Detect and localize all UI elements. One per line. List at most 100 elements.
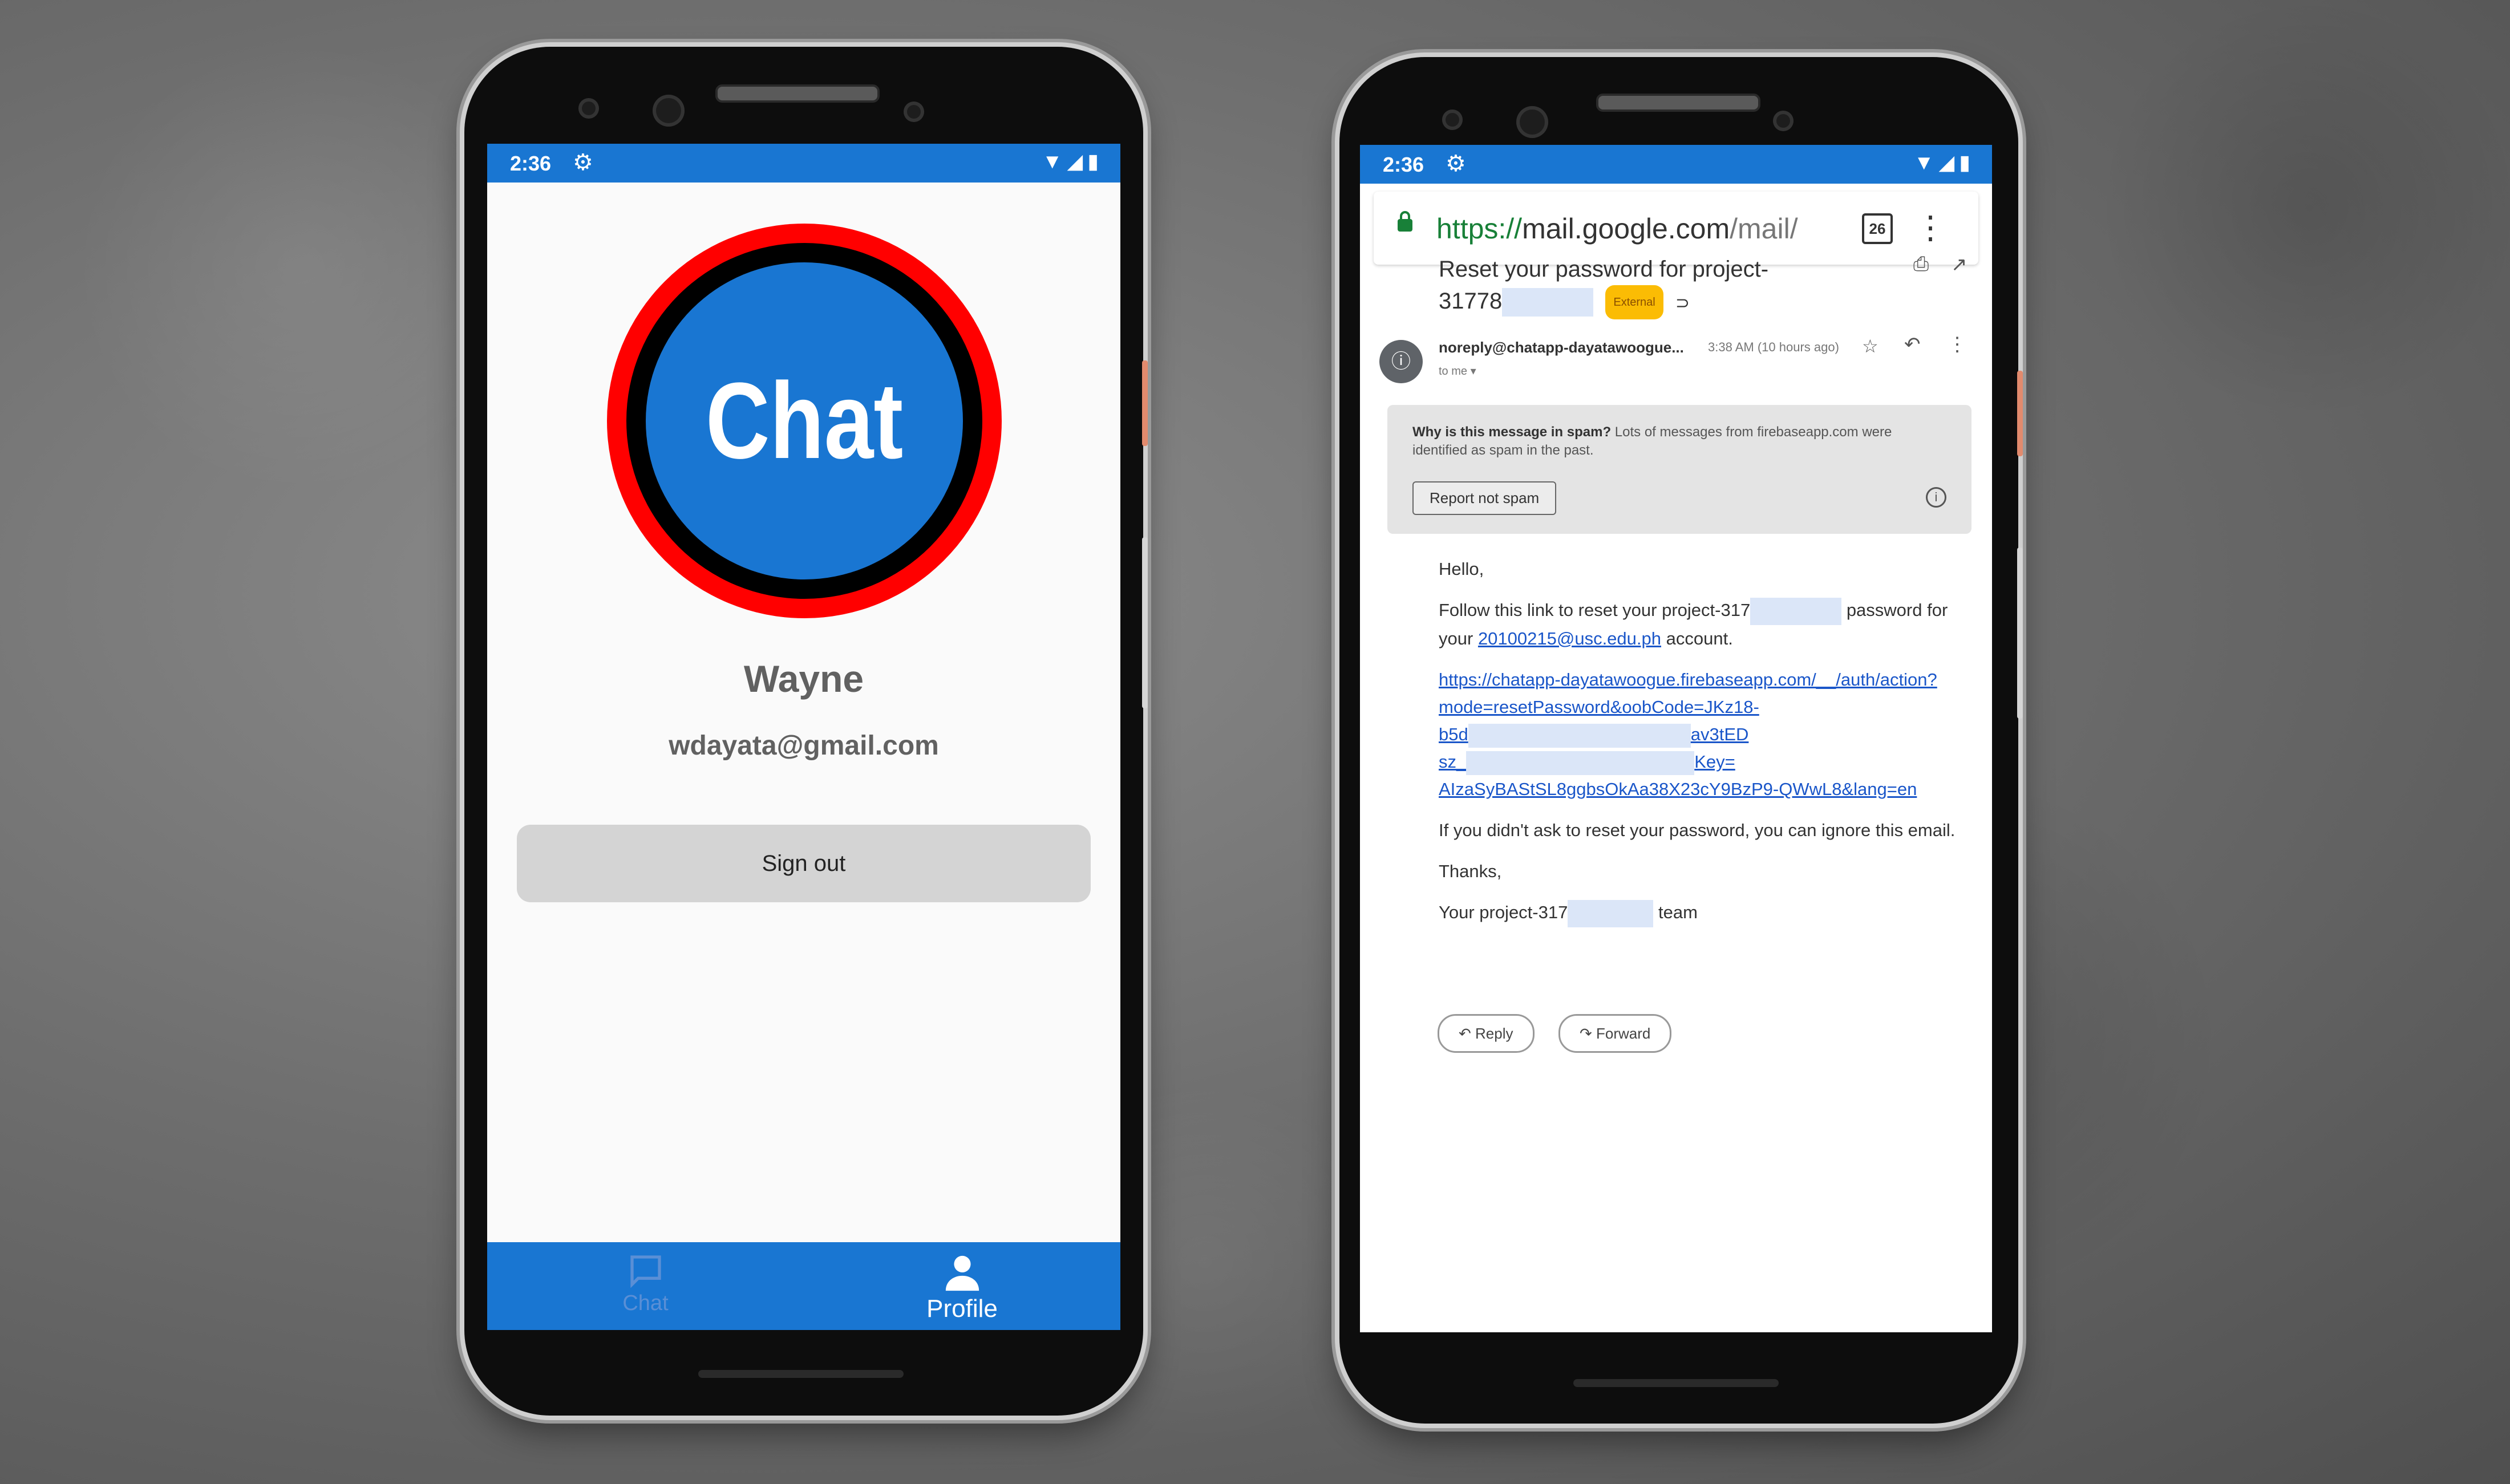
recipient-text: to me bbox=[1439, 365, 1468, 378]
url-host: mail.google.com bbox=[1522, 213, 1730, 245]
url-path: /mail/ bbox=[1730, 213, 1798, 245]
logo-black-ring: Chat bbox=[626, 243, 982, 599]
status-bar: 2:36 ⚙ ▼◢▮ bbox=[1360, 145, 1992, 184]
status-icons: ▼◢▮ bbox=[1914, 151, 1975, 175]
forward-icon: ↷ bbox=[1580, 1025, 1592, 1042]
ignore-note: If you didn't ask to reset your password… bbox=[1439, 820, 1956, 840]
reply-icon: ↶ bbox=[1459, 1025, 1471, 1042]
reply-icon[interactable]: ↶ bbox=[1904, 333, 1921, 356]
spam-title: Why is this message in spam? bbox=[1412, 424, 1612, 440]
subject-line-1: Reset your password for project- bbox=[1439, 257, 1769, 282]
account-text: account. bbox=[1666, 628, 1733, 648]
email-subject: Reset your password for project- 31778 E… bbox=[1439, 253, 1769, 320]
home-indicator bbox=[1573, 1379, 1779, 1387]
earpiece-speaker bbox=[1596, 94, 1760, 112]
info-icon[interactable]: i bbox=[1926, 487, 1946, 508]
status-icons: ▼◢▮ bbox=[1042, 149, 1103, 173]
front-camera-icon bbox=[1516, 106, 1548, 138]
more-options-icon[interactable]: ⋮ bbox=[1948, 333, 1967, 356]
battery-icon: ▮ bbox=[1959, 151, 1975, 174]
lock-icon bbox=[1398, 211, 1412, 232]
star-icon[interactable]: ☆ bbox=[1862, 335, 1879, 357]
gear-icon: ⚙ bbox=[1446, 151, 1466, 176]
profile-email: wdayata@gmail.com bbox=[669, 731, 939, 761]
reply-button[interactable]: ↶ Reply bbox=[1438, 1014, 1535, 1053]
signal-icon: ◢ bbox=[1067, 149, 1088, 173]
account-email-link[interactable]: 20100215@usc.edu.ph bbox=[1478, 629, 1661, 648]
wifi-icon: ▼ bbox=[1913, 151, 1939, 174]
front-camera-icon bbox=[578, 98, 599, 119]
external-badge: External bbox=[1605, 285, 1663, 320]
volume-button bbox=[1142, 537, 1148, 708]
status-time: 2:36 bbox=[1383, 153, 1424, 176]
subject-line-2: 31778 bbox=[1439, 289, 1503, 314]
volume-button bbox=[2017, 548, 2023, 719]
reset-link-line-4b[interactable]: Key= bbox=[1694, 752, 1735, 772]
email-time: 3:38 AM (10 hours ago) bbox=[1708, 340, 1839, 354]
profile-name: Wayne bbox=[743, 658, 864, 700]
sensor-icon bbox=[904, 102, 924, 122]
right-phone-frame: 2:36 ⚙ ▼◢▮ https://mail.google.com/mail/… bbox=[1339, 57, 2023, 1424]
chat-logo: Chat bbox=[607, 224, 1002, 618]
reset-link-line-2[interactable]: mode=resetPassword&oobCode=JKz18- bbox=[1439, 697, 1759, 717]
spam-explanation: Why is this message in spam? Lots of mes… bbox=[1412, 423, 1949, 460]
power-button bbox=[1142, 360, 1148, 446]
forward-button[interactable]: ↷ Forward bbox=[1558, 1014, 1672, 1053]
front-camera-icon bbox=[653, 95, 685, 127]
left-phone-frame: 2:36 ⚙ ▼◢▮ Chat Wayne wdayata@gmail.com … bbox=[464, 47, 1148, 1416]
status-time: 2:36 bbox=[510, 152, 552, 175]
team-signature: Your project-317 team bbox=[1439, 899, 1969, 927]
earpiece-speaker bbox=[715, 84, 880, 103]
spam-warning-box: Why is this message in spam? Lots of mes… bbox=[1387, 405, 1971, 534]
label-icon[interactable]: ⊃ bbox=[1675, 294, 1690, 313]
power-button bbox=[2017, 371, 2023, 456]
chat-bubble-icon bbox=[630, 1255, 661, 1288]
nav-chat-label: Chat bbox=[622, 1291, 669, 1315]
nav-chat[interactable]: Chat bbox=[487, 1242, 804, 1330]
nav-profile-label: Profile bbox=[926, 1295, 998, 1323]
your-text: your bbox=[1439, 628, 1473, 648]
team-prefix: Your project-317 bbox=[1439, 902, 1568, 922]
battery-icon: ▮ bbox=[1087, 149, 1103, 173]
reset-link-line-1[interactable]: https://chatapp-dayatawoogue.firebaseapp… bbox=[1439, 670, 1937, 690]
reset-instructions: Follow this link to reset your project-3… bbox=[1439, 597, 1969, 652]
team-suffix: team bbox=[1658, 902, 1698, 922]
kebab-menu-icon[interactable]: ⋮ bbox=[1914, 209, 1946, 246]
left-screen: 2:36 ⚙ ▼◢▮ Chat Wayne wdayata@gmail.com … bbox=[487, 144, 1120, 1330]
url-text[interactable]: https://mail.google.com/mail/ bbox=[1436, 212, 1798, 245]
status-bar: 2:36 ⚙ ▼◢▮ bbox=[487, 144, 1120, 183]
tab-switcher-button[interactable]: 26 bbox=[1862, 213, 1893, 244]
reply-label: Reply bbox=[1475, 1025, 1513, 1042]
recipient-toggle[interactable]: to me ▾ bbox=[1439, 364, 1476, 378]
forward-label: Forward bbox=[1596, 1025, 1651, 1042]
front-camera-icon bbox=[1442, 110, 1463, 130]
reset-link-line-4a[interactable]: sz_ bbox=[1439, 752, 1466, 772]
signal-icon: ◢ bbox=[1938, 151, 1960, 174]
reset-link-line-3b[interactable]: av3tED bbox=[1691, 724, 1749, 744]
redaction-block bbox=[1750, 597, 1842, 625]
print-icon[interactable]: ⎙ bbox=[1913, 253, 1929, 275]
redaction-block bbox=[1502, 288, 1594, 317]
thanks: Thanks, bbox=[1439, 861, 1502, 881]
bottom-navigation: Chat Profile bbox=[487, 1242, 1120, 1330]
reset-link-line-5[interactable]: AIzaSyBAStSL8ggbsOkAa38X23cY9BzP9-QWwL8&… bbox=[1439, 779, 1917, 799]
follow-prefix: Follow this link to reset your project-3… bbox=[1439, 600, 1751, 620]
reset-link: https://chatapp-dayatawoogue.firebaseapp… bbox=[1439, 666, 1969, 803]
open-in-new-icon[interactable]: ↗ bbox=[1951, 253, 1967, 276]
sensor-icon bbox=[1773, 111, 1794, 131]
sender-address: noreply@chatapp-dayatawoogue... bbox=[1439, 339, 1684, 356]
greeting: Hello, bbox=[1439, 559, 1484, 579]
logo-blue-circle: Chat bbox=[646, 262, 963, 579]
nav-profile[interactable]: Profile bbox=[804, 1242, 1120, 1330]
sign-out-button[interactable]: Sign out bbox=[517, 825, 1091, 902]
follow-suffix: password for bbox=[1846, 600, 1948, 620]
concrete-background bbox=[0, 0, 2510, 1484]
right-screen: 2:36 ⚙ ▼◢▮ https://mail.google.com/mail/… bbox=[1360, 145, 1992, 1332]
person-icon bbox=[945, 1255, 979, 1291]
reset-link-line-3a[interactable]: b5d bbox=[1439, 724, 1468, 744]
report-not-spam-button[interactable]: Report not spam bbox=[1412, 481, 1557, 515]
sender-avatar: ⓘ bbox=[1379, 340, 1423, 383]
logo-text: Chat bbox=[705, 360, 904, 481]
home-indicator bbox=[698, 1370, 904, 1378]
gear-icon: ⚙ bbox=[573, 150, 593, 175]
